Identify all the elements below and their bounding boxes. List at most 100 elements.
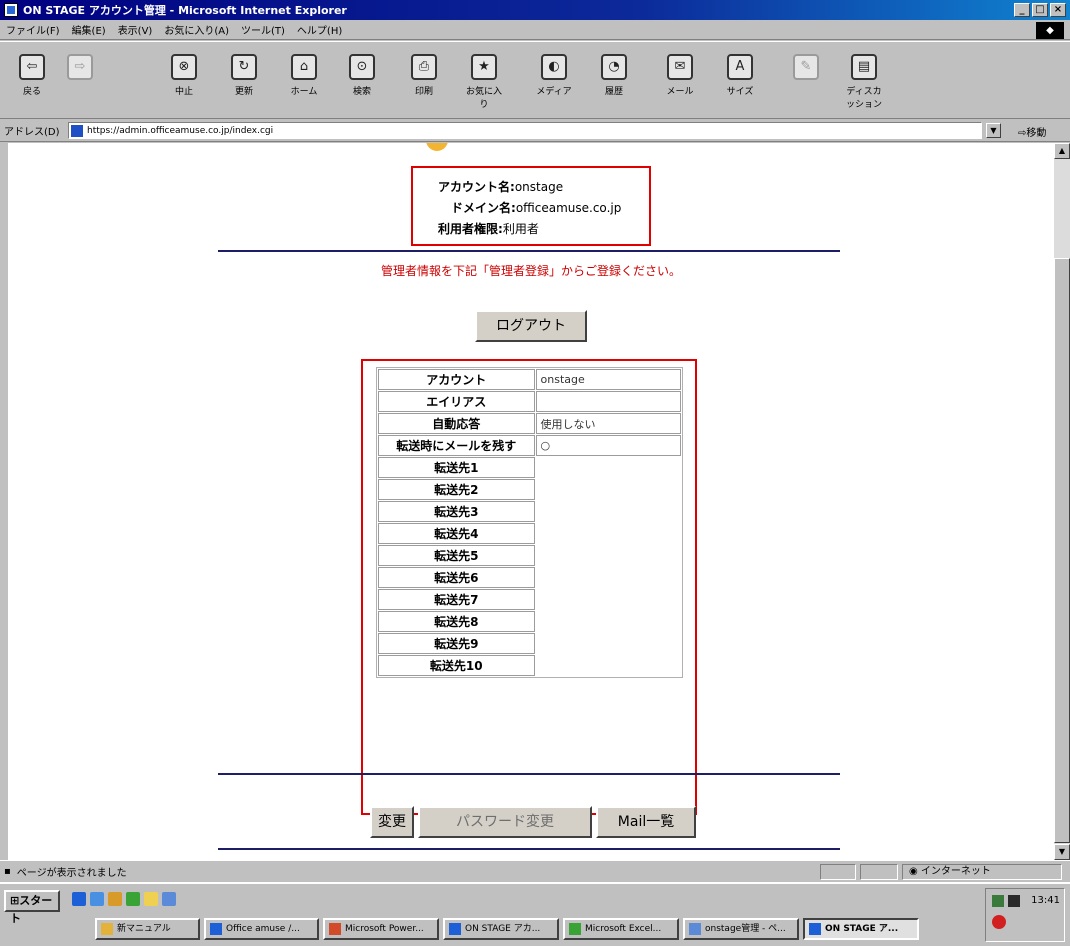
- window-title: ON STAGE アカウント管理 - Microsoft Internet Ex…: [23, 4, 347, 17]
- address-input[interactable]: https://admin.officeamuse.co.jp/index.cg…: [68, 122, 982, 139]
- toolbar-button-mail[interactable]: ✉ メール: [658, 48, 702, 114]
- toolbar-button-size[interactable]: A サイズ: [718, 48, 762, 114]
- scroll-up-icon[interactable]: ▲: [1054, 143, 1070, 159]
- task-onstage-doc[interactable]: onstage管理 - ペ...: [683, 918, 799, 940]
- task-onstage-account[interactable]: ON STAGE アカ...: [443, 918, 559, 940]
- row-value: [536, 501, 681, 522]
- close-button[interactable]: ×: [1050, 3, 1066, 17]
- refresh-icon: ↻: [231, 54, 257, 80]
- row-label: 自動応答: [378, 413, 535, 434]
- tray-volume-icon[interactable]: [1008, 895, 1020, 907]
- row-value: 使用しない: [535, 413, 681, 434]
- middle-divider: [218, 773, 840, 775]
- quicklaunch-ie-icon[interactable]: [72, 892, 86, 906]
- task-office-amuse[interactable]: Office amuse /...: [204, 918, 319, 940]
- tray-network-icon[interactable]: [992, 895, 1004, 907]
- menu-tools[interactable]: ツール(T): [241, 22, 285, 37]
- toolbar-button-back-arrow[interactable]: ⇦ 戻る: [10, 48, 54, 114]
- menu-file[interactable]: ファイル(F): [6, 22, 60, 37]
- standard-toolbar: ⇦ 戻る ⇨ ⊗ 中止 ↻ 更新 ⌂ ホーム ⊙ 検索 ⎙ 印刷 ★ お気に入り ◐ メディア ◔ 履歴 ✉ メール A サ…: [0, 41, 1070, 119]
- toolbar-button-label: ディスカッション: [845, 87, 882, 110]
- menu-help[interactable]: ヘルプ(H): [297, 22, 342, 37]
- task-powerpoint[interactable]: Microsoft Power...: [323, 918, 439, 940]
- toolbar-button-forward-arrow[interactable]: ⇨: [58, 48, 102, 114]
- top-divider: [218, 250, 840, 252]
- address-dropdown-icon[interactable]: ▼: [986, 123, 1001, 138]
- word-icon: [689, 923, 701, 935]
- row-value: [536, 567, 681, 588]
- mail-list-button[interactable]: Mail一覧: [596, 806, 696, 838]
- scroll-down-icon[interactable]: ▼: [1054, 844, 1070, 860]
- menu-view[interactable]: 表示(V): [118, 22, 153, 37]
- menu-edit[interactable]: 編集(E): [72, 22, 106, 37]
- logout-button[interactable]: ログアウト: [475, 310, 587, 342]
- admin-notice: 管理者情報を下記「管理者登録」からご登録ください。: [380, 264, 681, 278]
- toolbar-button-print[interactable]: ⎙ 印刷: [402, 48, 446, 114]
- favorites-icon: ★: [471, 54, 497, 80]
- toolbar-button-label: メール: [666, 87, 694, 97]
- task-onstage-active[interactable]: ON STAGE ア...: [803, 918, 919, 940]
- table-row: 転送先5: [378, 545, 681, 566]
- go-button[interactable]: ⇨移動: [1018, 124, 1046, 139]
- excel-icon: [569, 923, 581, 935]
- toolbar-button-label: メディア: [536, 87, 572, 97]
- menu-bar: ファイル(F) 編集(E) 表示(V) お気に入り(A) ツール(T) ヘルプ(…: [0, 20, 1070, 40]
- table-row: 転送先1: [378, 457, 681, 478]
- row-value: [536, 523, 681, 544]
- toolbar-button-label: 検索: [352, 87, 371, 97]
- edit-icon: ✎: [793, 54, 819, 80]
- password-change-button[interactable]: パスワード変更: [418, 806, 592, 838]
- minimize-button[interactable]: _: [1014, 3, 1030, 17]
- toolbar-button-stop[interactable]: ⊗ 中止: [162, 48, 206, 114]
- toolbar-button-label: 更新: [234, 87, 253, 97]
- table-row: 転送先6: [378, 567, 681, 588]
- mail-icon: ✉: [667, 54, 693, 80]
- scroll-thumb[interactable]: [1054, 258, 1070, 843]
- toolbar-button-edit[interactable]: ✎: [784, 48, 828, 114]
- account-table: アカウント onstage エイリアス 自動応答 使用しない 転送時にメールを残す ○ 転送先…: [376, 367, 683, 678]
- windows-flag-icon: ⊞: [10, 894, 20, 907]
- quicklaunch-outlook-icon[interactable]: [90, 892, 104, 906]
- table-row: 転送時にメールを残す ○: [378, 435, 681, 456]
- back-arrow-icon: ⇦: [19, 54, 45, 80]
- toolbar-button-history[interactable]: ◔ 履歴: [592, 48, 636, 114]
- quicklaunch-folder-icon[interactable]: [108, 892, 122, 906]
- address-url: https://admin.officeamuse.co.jp/index.cg…: [87, 125, 274, 136]
- row-value: ○: [535, 435, 681, 456]
- toolbar-button-refresh[interactable]: ↻ 更新: [222, 48, 266, 114]
- logo-fragment: [426, 143, 448, 151]
- toolbar-button-discussion[interactable]: ▤ ディスカッション: [842, 48, 886, 114]
- task-manual[interactable]: 新マニュアル: [95, 918, 200, 940]
- quicklaunch-word-icon[interactable]: [162, 892, 176, 906]
- menu-favorites[interactable]: お気に入り(A): [164, 22, 229, 37]
- row-value: [536, 611, 681, 632]
- row-value: [536, 545, 681, 566]
- task-excel[interactable]: Microsoft Excel...: [563, 918, 679, 940]
- toolbar-button-favorites[interactable]: ★ お気に入り: [462, 48, 506, 114]
- change-button[interactable]: 変更: [370, 806, 414, 838]
- toolbar-button-home[interactable]: ⌂ ホーム: [282, 48, 326, 114]
- vertical-scrollbar[interactable]: ▲ ▼: [1054, 143, 1070, 860]
- row-label: 転送先5: [378, 545, 535, 566]
- toolbar-button-search[interactable]: ⊙ 検索: [340, 48, 384, 114]
- windows-taskbar: ⊞スタート 新マニュアル Office amuse /... Microsoft…: [0, 882, 1070, 946]
- history-icon: ◔: [601, 54, 627, 80]
- maximize-button[interactable]: □: [1032, 3, 1048, 17]
- start-button[interactable]: ⊞スタート: [4, 890, 60, 925]
- quicklaunch-desktop-icon[interactable]: [144, 892, 158, 906]
- tray-alert-icon[interactable]: [992, 915, 1006, 929]
- row-label: 転送先8: [378, 611, 535, 632]
- toolbar-button-label: サイズ: [726, 87, 754, 97]
- row-label: 転送先10: [378, 655, 535, 676]
- row-label: 転送先9: [378, 633, 535, 654]
- row-label: 転送時にメールを残す: [378, 435, 535, 456]
- row-label: 転送先6: [378, 567, 535, 588]
- domain-name-row: ドメイン名:officeamuse.co.jp: [451, 201, 622, 215]
- table-row: 転送先4: [378, 523, 681, 544]
- window-controls: _ □ ×: [1014, 3, 1066, 17]
- toolbar-button-media[interactable]: ◐ メディア: [532, 48, 576, 114]
- address-label: アドレス(D): [4, 127, 60, 138]
- security-zone: ◉ インターネット: [902, 864, 1062, 880]
- row-value: [536, 655, 681, 676]
- quicklaunch-excel-icon[interactable]: [126, 892, 140, 906]
